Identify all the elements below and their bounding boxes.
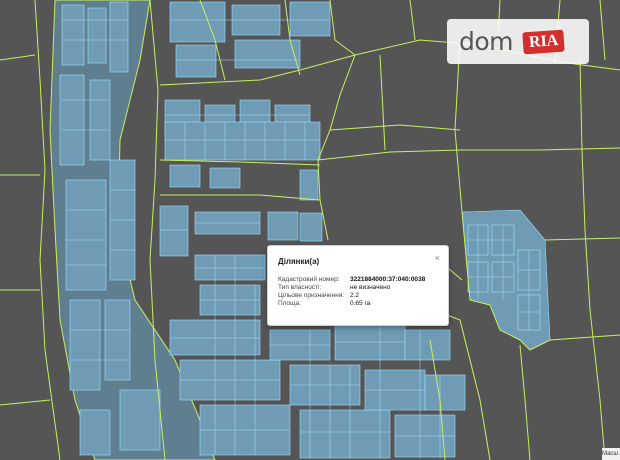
purpose-value: 2.2 [350,292,360,299]
area-label: Площа: [278,300,301,307]
domria-logo: dom RIA [447,19,589,64]
popup-row-cadastral: Кадастровий номер: 3221884000:37:040:003… [278,276,425,283]
ownership-value: не визначено [350,284,391,291]
cadastral-label: Кадастровий номер: [278,276,340,283]
parcel-info-popup: Ділянки(а) × Кадастровий номер: 32218840… [267,245,449,326]
scale-label: Масш [602,448,620,460]
logo-ria-badge: RIA [522,29,566,54]
map-canvas[interactable] [0,0,620,460]
popup-row-purpose: Цільове призначення: 2.2 [278,292,359,299]
cadastral-map[interactable]: dom RIA Ділянки(а) × Кадастровий номер: … [0,0,620,460]
close-icon[interactable]: × [435,253,440,263]
area-value: 0.65 га [350,300,371,307]
popup-title: Ділянки(а) [278,257,320,266]
ownership-label: Тип власності: [278,284,322,291]
popup-row-ownership: Тип власності: не визначено [278,284,390,291]
cadastral-number-value[interactable]: 3221884000:37:040:0038 [350,276,425,283]
logo-dom-text: dom [459,27,514,56]
purpose-label: Цільове призначення: [278,292,345,299]
popup-row-area: Площа: 0.65 га [278,300,370,307]
